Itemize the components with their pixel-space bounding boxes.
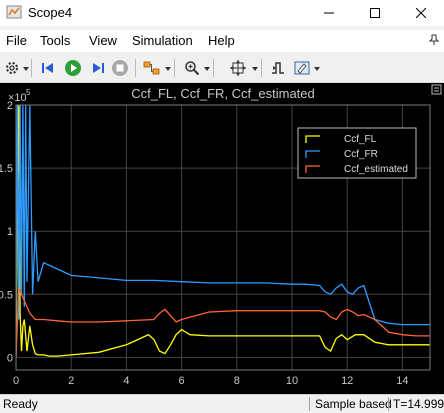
x-tick-label: 0 [13,375,19,387]
x-tick-label: 12 [341,375,353,387]
scope-display: Ccf_FL, Ccf_FR, Ccf_estimated ×10 5 0246… [0,83,444,394]
autoscale-dropdown-arrow-icon[interactable] [252,67,258,71]
status-bar: Ready Sample based T=14.999 [0,394,444,413]
x-tick-label: 2 [68,375,74,387]
menu-bar: File Tools View Simulation Help [0,30,444,52]
window-title: Scope4 [28,5,73,20]
cursor-measurement-icon[interactable] [292,57,312,79]
status-time: T=14.999 [393,397,444,411]
step-back-icon[interactable] [38,57,58,79]
y-tick-label: 1.5 [0,163,13,175]
maximize-button[interactable] [352,0,398,26]
y-tick-label: 1 [7,226,13,238]
y-tick-label: 0 [7,352,13,364]
toolbar-separator [135,59,136,77]
highlight-icon[interactable] [142,57,162,79]
autoscale-icon[interactable] [228,57,248,79]
menu-help[interactable]: Help [208,33,235,48]
legend-label: Ccf_estimated [344,164,408,175]
minimize-button[interactable] [306,0,352,26]
measurement-dropdown-arrow-icon[interactable] [314,67,320,71]
toolbar-separator [174,59,175,77]
status-sample-mode: Sample based [315,397,392,411]
x-tick-label: 6 [179,375,185,387]
pin-icon[interactable] [428,34,440,49]
x-tick-label: 8 [234,375,240,387]
menu-tools[interactable]: Tools [40,33,70,48]
menu-file[interactable]: File [6,33,27,48]
x-tick-label: 4 [123,375,129,387]
menu-view[interactable]: View [89,33,117,48]
title-bar: Scope4 [0,0,444,26]
status-separator [388,397,389,411]
y-tick-label: 2 [7,100,13,112]
triggers-icon[interactable] [268,57,288,79]
legend-label: Ccf_FR [344,149,378,160]
scope-chart: Ccf_FL, Ccf_FR, Ccf_estimated ×10 5 0246… [0,83,444,394]
y-tick-label: 0.5 [0,289,13,301]
status-separator [309,397,310,411]
settings-icon[interactable] [2,57,22,79]
matlab-app-icon [6,4,22,20]
legend: Ccf_FL Ccf_FR Ccf_estimated [297,127,417,179]
x-tick-label: 10 [286,375,298,387]
zoom-icon[interactable] [182,57,202,79]
stop-icon[interactable] [110,57,130,79]
x-tick-label: 14 [396,375,408,387]
y-exponent-power: 5 [26,88,31,97]
step-forward-icon[interactable] [88,57,108,79]
toolbar-separator [261,59,262,77]
status-ready: Ready [3,397,38,411]
toolbar-separator [213,59,214,77]
zoom-dropdown-arrow-icon[interactable] [204,67,210,71]
chart-title: Ccf_FL, Ccf_FR, Ccf_estimated [131,86,315,101]
settings-dropdown-arrow-icon[interactable] [23,67,29,71]
menu-simulation[interactable]: Simulation [132,33,193,48]
toolbar-separator [31,59,32,77]
run-icon[interactable] [63,57,83,79]
legend-label: Ccf_FL [344,134,377,145]
close-button[interactable] [398,0,444,26]
highlight-dropdown-arrow-icon[interactable] [165,67,171,71]
toolbar [0,54,444,83]
